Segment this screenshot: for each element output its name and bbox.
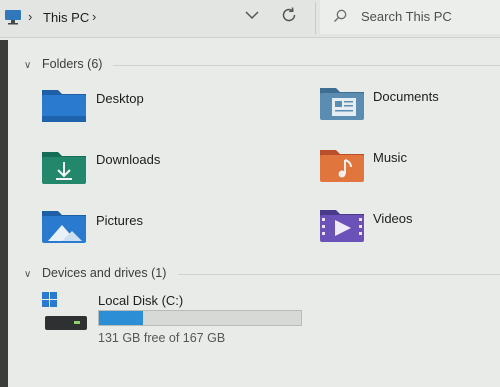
folder-pictures[interactable] — [40, 207, 90, 247]
folder-label-downloads[interactable]: Downloads — [96, 152, 160, 167]
folder-label-pictures[interactable]: Pictures — [96, 213, 143, 228]
section-title: Devices and drives (1) — [42, 266, 167, 280]
computer-icon[interactable] — [4, 9, 22, 25]
folder-videos[interactable] — [318, 206, 368, 246]
chevron-down-icon: ∨ — [24, 269, 32, 280]
breadcrumb-chevron-icon[interactable]: › — [92, 9, 96, 24]
search-icon — [334, 9, 347, 22]
downloads-folder-icon — [42, 152, 86, 184]
search-placeholder: Search This PC — [361, 9, 452, 24]
drive-free-space: 131 GB free of 167 GB — [98, 331, 226, 345]
music-folder-icon — [320, 150, 364, 182]
folders-section-header[interactable]: ∨ Folders (6) — [24, 57, 102, 71]
chevron-down-icon[interactable] — [244, 8, 260, 22]
local-disk-icon[interactable] — [42, 292, 88, 332]
folder-label-desktop[interactable]: Desktop — [96, 91, 144, 106]
section-divider — [178, 274, 500, 275]
section-title: Folders (6) — [42, 57, 103, 71]
folder-music[interactable] — [318, 146, 368, 186]
documents-folder-icon — [320, 88, 364, 120]
drive-usage-fill — [99, 311, 143, 325]
breadcrumb-chevron-icon[interactable]: › — [28, 9, 32, 24]
section-divider — [113, 65, 500, 66]
address-bar: › This PC › Search This PC — [0, 0, 500, 38]
search-input[interactable]: Search This PC — [320, 0, 500, 34]
pictures-folder-icon — [42, 211, 86, 243]
folder-desktop[interactable] — [40, 86, 90, 126]
desktop-folder-icon — [42, 90, 86, 122]
folder-label-documents[interactable]: Documents — [373, 89, 439, 104]
videos-folder-icon — [320, 210, 364, 242]
drives-section-header[interactable]: ∨ Devices and drives (1) — [24, 266, 166, 280]
drive-label[interactable]: Local Disk (C:) — [98, 293, 183, 308]
navigation-pane-edge — [0, 40, 8, 387]
folder-label-music[interactable]: Music — [373, 150, 407, 165]
divider — [315, 2, 316, 34]
chevron-down-icon: ∨ — [24, 60, 32, 71]
refresh-icon[interactable] — [280, 6, 298, 24]
folder-documents[interactable] — [318, 84, 368, 124]
breadcrumb-this-pc[interactable]: This PC — [43, 10, 89, 25]
folder-label-videos[interactable]: Videos — [373, 211, 413, 226]
folder-downloads[interactable] — [40, 148, 90, 188]
drive-usage-bar — [98, 310, 302, 326]
